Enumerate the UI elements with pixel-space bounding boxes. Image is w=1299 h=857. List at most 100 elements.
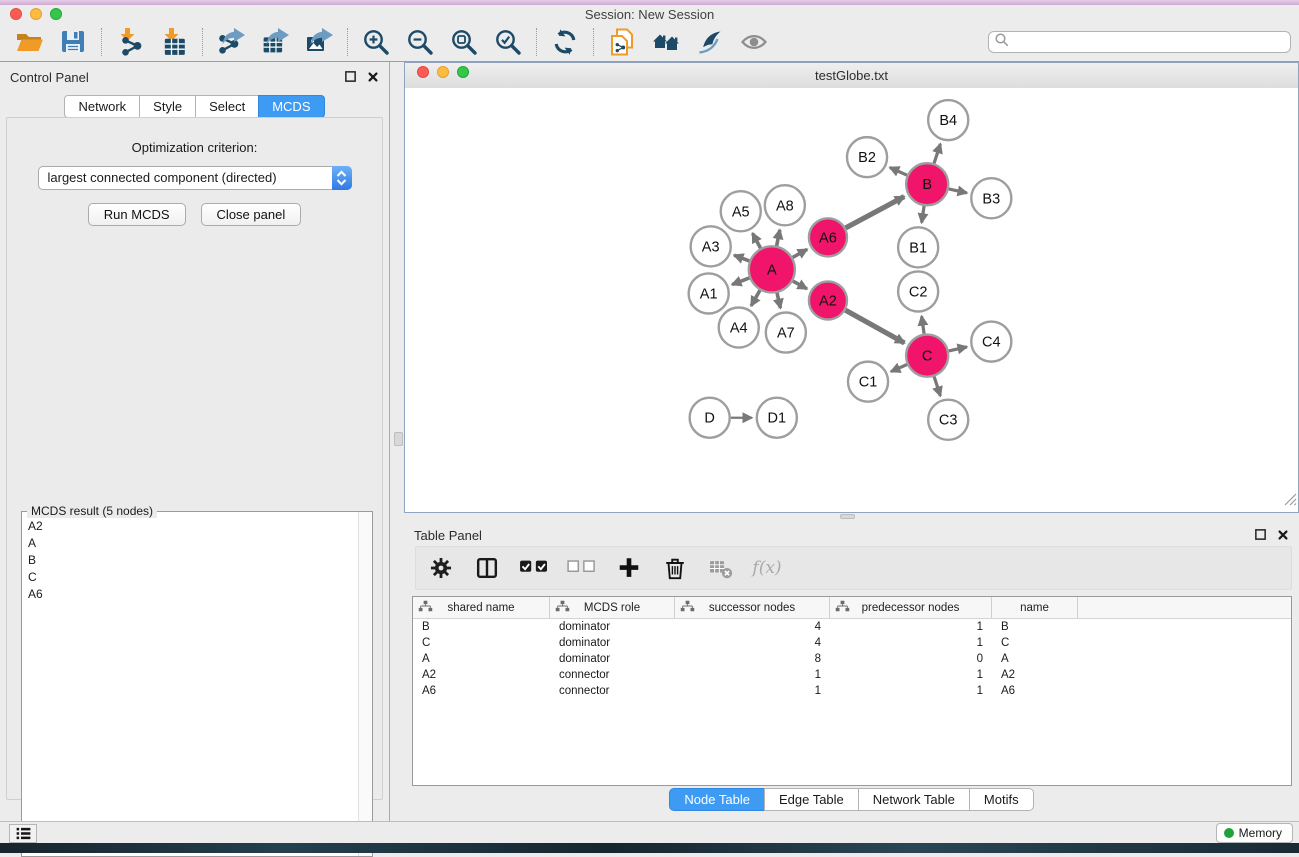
table-cell[interactable]: 1: [830, 621, 992, 633]
tab-node-table[interactable]: Node Table: [669, 788, 765, 811]
graph-edge-A-A1[interactable]: [732, 278, 749, 285]
graph-edge-A-A3[interactable]: [734, 255, 749, 261]
column-header-predecessor-nodes[interactable]: predecessor nodes: [830, 597, 992, 618]
column-header-successor-nodes[interactable]: successor nodes: [675, 597, 830, 618]
graph-edge-B-B2[interactable]: [890, 167, 907, 175]
close-table-panel-icon[interactable]: [1277, 528, 1289, 546]
table-cell[interactable]: dominator: [550, 653, 675, 665]
graph-edge-A6-B[interactable]: [846, 197, 905, 228]
settings-gear-button[interactable]: [426, 552, 456, 584]
mcds-result-item[interactable]: A6: [22, 586, 359, 603]
mcds-result-scrollbar[interactable]: [358, 512, 372, 856]
graph-node-B3[interactable]: B3: [971, 178, 1011, 218]
tab-select[interactable]: Select: [195, 95, 259, 118]
graph-node-C[interactable]: C: [906, 335, 948, 377]
graph-node-B2[interactable]: B2: [847, 137, 887, 177]
graph-edge-A2-C[interactable]: [845, 310, 904, 343]
graph-node-A[interactable]: A: [749, 246, 795, 292]
table-cell[interactable]: dominator: [550, 637, 675, 649]
save-session-button[interactable]: [54, 26, 92, 58]
table-row[interactable]: A2connector11A2: [413, 667, 1291, 683]
graph-node-A4[interactable]: A4: [719, 307, 759, 347]
graph-edge-A-A6[interactable]: [793, 249, 807, 257]
show-columns-button[interactable]: [472, 552, 502, 584]
zoom-selected-button[interactable]: [489, 26, 527, 58]
table-row[interactable]: Cdominator41C: [413, 635, 1291, 651]
duplicate-network-button[interactable]: [603, 26, 641, 58]
table-cell[interactable]: A2: [992, 669, 1078, 681]
graph-node-A7[interactable]: A7: [766, 313, 806, 353]
tab-network[interactable]: Network: [64, 95, 140, 118]
table-cell[interactable]: B: [413, 621, 550, 633]
table-cell[interactable]: 1: [675, 669, 830, 681]
graph-node-C1[interactable]: C1: [848, 362, 888, 402]
graph-node-B1[interactable]: B1: [898, 227, 938, 267]
table-cell[interactable]: dominator: [550, 621, 675, 633]
tab-network-table[interactable]: Network Table: [858, 788, 970, 811]
graph-node-A5[interactable]: A5: [721, 191, 761, 231]
table-row[interactable]: Bdominator41B: [413, 619, 1291, 635]
table-cell[interactable]: C: [413, 637, 550, 649]
graph-node-D[interactable]: D: [690, 398, 730, 438]
mcds-result-item[interactable]: A: [22, 535, 359, 552]
resize-grip-icon[interactable]: [1284, 493, 1297, 511]
table-cell[interactable]: 1: [830, 669, 992, 681]
table-cell[interactable]: 1: [830, 637, 992, 649]
tab-mcds[interactable]: MCDS: [258, 95, 324, 118]
graph-edge-C-C3[interactable]: [934, 377, 940, 396]
table-cell[interactable]: C: [992, 637, 1078, 649]
export-image-button[interactable]: [300, 26, 338, 58]
mcds-result-item[interactable]: A2: [22, 518, 359, 535]
graph-edge-B-B3[interactable]: [949, 189, 967, 193]
table-cell[interactable]: 4: [675, 621, 830, 633]
show-graphics-button[interactable]: [735, 26, 773, 58]
memory-button[interactable]: Memory: [1216, 823, 1293, 843]
table-cell[interactable]: A6: [413, 685, 550, 697]
network-canvas[interactable]: AA1A2A3A4A5A6A7A8BB1B2B3B4CC1C2C3C4DD1: [405, 88, 1298, 512]
table-cell[interactable]: A: [992, 653, 1078, 665]
criterion-select[interactable]: largest connected component (directed): [38, 166, 352, 190]
float-table-panel-icon[interactable]: [1254, 528, 1267, 546]
import-network-button[interactable]: [111, 26, 149, 58]
select-all-button[interactable]: [518, 552, 550, 584]
tab-edge-table[interactable]: Edge Table: [764, 788, 859, 811]
export-network-button[interactable]: [212, 26, 250, 58]
graph-edge-C-C1[interactable]: [891, 365, 907, 372]
open-session-button[interactable]: [10, 26, 48, 58]
mcds-result-list[interactable]: A2ABCA6: [22, 518, 359, 856]
graph-node-C4[interactable]: C4: [971, 322, 1011, 362]
column-header-shared-name[interactable]: shared name: [413, 597, 550, 618]
table-cell[interactable]: 1: [675, 685, 830, 697]
close-panel-button[interactable]: Close panel: [201, 203, 302, 226]
add-column-button[interactable]: [614, 552, 644, 584]
search-field[interactable]: [988, 31, 1291, 53]
table-cell[interactable]: 1: [830, 685, 992, 697]
graph-edge-B-B4[interactable]: [934, 144, 940, 163]
table-cell[interactable]: A: [413, 653, 550, 665]
table-row[interactable]: A6connector11A6: [413, 683, 1291, 699]
table-cell[interactable]: 0: [830, 653, 992, 665]
tab-style[interactable]: Style: [139, 95, 196, 118]
table-cell[interactable]: connector: [550, 669, 675, 681]
zoom-out-button[interactable]: [401, 26, 439, 58]
mcds-result-item[interactable]: B: [22, 552, 359, 569]
graph-node-A6[interactable]: A6: [809, 218, 847, 256]
zoom-in-button[interactable]: [357, 26, 395, 58]
home-layout-button[interactable]: [647, 26, 685, 58]
table-row[interactable]: Adominator80A: [413, 651, 1291, 667]
close-panel-icon[interactable]: [367, 70, 379, 88]
graph-edge-B-B1[interactable]: [922, 206, 924, 223]
mcds-result-item[interactable]: C: [22, 569, 359, 586]
tab-motifs[interactable]: Motifs: [969, 788, 1034, 811]
panel-splitter-handle[interactable]: [394, 432, 403, 446]
delete-column-button[interactable]: [660, 552, 690, 584]
table-cell[interactable]: 4: [675, 637, 830, 649]
table-cell[interactable]: A6: [992, 685, 1078, 697]
graph-edge-C-C2[interactable]: [922, 316, 924, 333]
float-panel-icon[interactable]: [344, 70, 357, 88]
annotation-mode-button[interactable]: [691, 26, 729, 58]
task-history-button[interactable]: [9, 824, 37, 843]
graph-edge-A-A5[interactable]: [753, 233, 761, 248]
graph-node-B[interactable]: B: [906, 163, 948, 205]
graph-node-A1[interactable]: A1: [689, 273, 729, 313]
